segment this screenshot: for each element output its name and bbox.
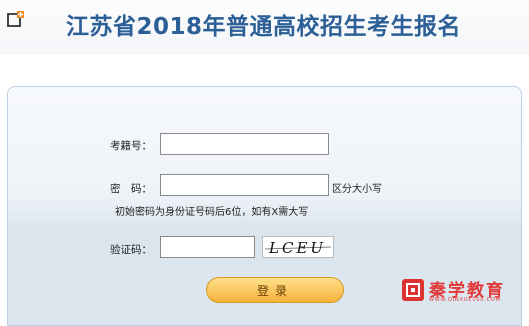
- login-button[interactable]: 登录: [206, 277, 344, 303]
- password-input[interactable]: [160, 174, 329, 196]
- captcha-label: 验证码：: [110, 244, 152, 256]
- watermark: 秦学教育 WWW.QINXUE100.COM: [402, 278, 522, 303]
- captcha-image[interactable]: LCEU: [262, 236, 334, 258]
- page-title: 江苏省2018年普通高校招生考生报名: [66, 14, 462, 40]
- page-header: 江苏省2018年普通高校招生考生报名: [0, 0, 529, 54]
- exam-number-label: 考籍号：: [110, 140, 152, 152]
- watermark-url: WWW.QINXUE100.COM: [429, 297, 501, 303]
- exam-number-input[interactable]: [160, 133, 329, 155]
- case-sensitive-hint: 区分大小写: [332, 184, 382, 195]
- brand-logo-icon: [402, 279, 424, 301]
- window-plus-icon: [7, 11, 24, 27]
- captcha-input[interactable]: [160, 236, 255, 258]
- password-hint: 初始密码为身份证号码后6位，如有X需大写: [115, 207, 309, 218]
- captcha-text: LCEU: [268, 239, 326, 257]
- password-label: 密 码：: [110, 183, 152, 195]
- captcha-graphic: LCEU: [264, 239, 332, 257]
